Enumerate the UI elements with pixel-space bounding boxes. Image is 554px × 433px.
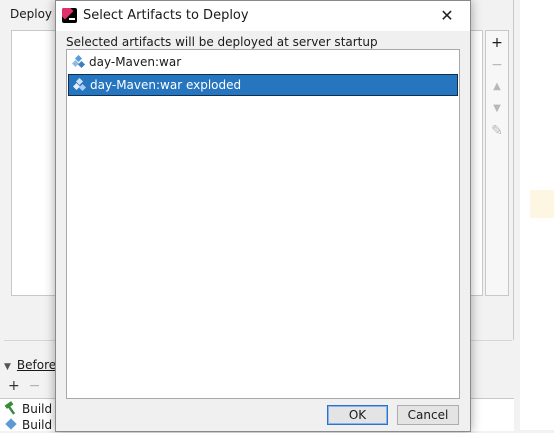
remove-icon[interactable]: − — [486, 55, 508, 75]
intellij-app-icon — [62, 8, 77, 23]
artifact-name: day-Maven:war — [89, 55, 182, 69]
remove-task-icon[interactable]: − — [29, 378, 41, 394]
select-artifacts-dialog: Select Artifacts to Deploy ✕ Selected ar… — [55, 0, 471, 432]
collapse-triangle-icon[interactable]: ▼ — [4, 362, 11, 372]
ok-button[interactable]: OK — [327, 405, 388, 425]
list-item[interactable]: Build — [4, 401, 52, 417]
panel-border — [513, 0, 514, 340]
dialog-titlebar[interactable]: Select Artifacts to Deploy ✕ — [56, 1, 470, 31]
before-launch-toolbar: + − — [8, 378, 49, 394]
task-label: Build — [22, 402, 53, 416]
cancel-button[interactable]: Cancel — [397, 405, 459, 425]
move-up-icon[interactable]: ▲ — [486, 77, 508, 97]
artifact-item-war[interactable]: day-Maven:war — [68, 51, 458, 73]
close-button[interactable]: ✕ — [424, 1, 470, 31]
move-down-icon[interactable]: ▼ — [486, 99, 508, 119]
hammer-icon — [4, 401, 16, 415]
artifact-icon — [73, 78, 87, 92]
artifact-name: day-Maven:war exploded — [90, 78, 242, 92]
editor-strip — [520, 0, 554, 430]
add-task-icon[interactable]: + — [8, 378, 20, 394]
dialog-description: Selected artifacts will be deployed at s… — [66, 35, 378, 49]
artifact-list[interactable]: day-Maven:war day-Maven:war exploded — [66, 49, 460, 399]
artifact-icon — [72, 55, 86, 69]
add-icon[interactable]: + — [486, 33, 508, 53]
edit-icon[interactable]: ✎ — [486, 121, 508, 141]
dialog-title: Select Artifacts to Deploy — [83, 8, 249, 23]
before-launch-label: Before — [16, 358, 57, 372]
deploy-list-toolbar: + − ▲ ▼ ✎ — [485, 30, 509, 296]
before-launch-header[interactable]: ▼ Before — [4, 358, 56, 372]
artifact-icon — [5, 418, 17, 430]
artifact-item-war-exploded[interactable]: day-Maven:war exploded — [68, 74, 458, 96]
